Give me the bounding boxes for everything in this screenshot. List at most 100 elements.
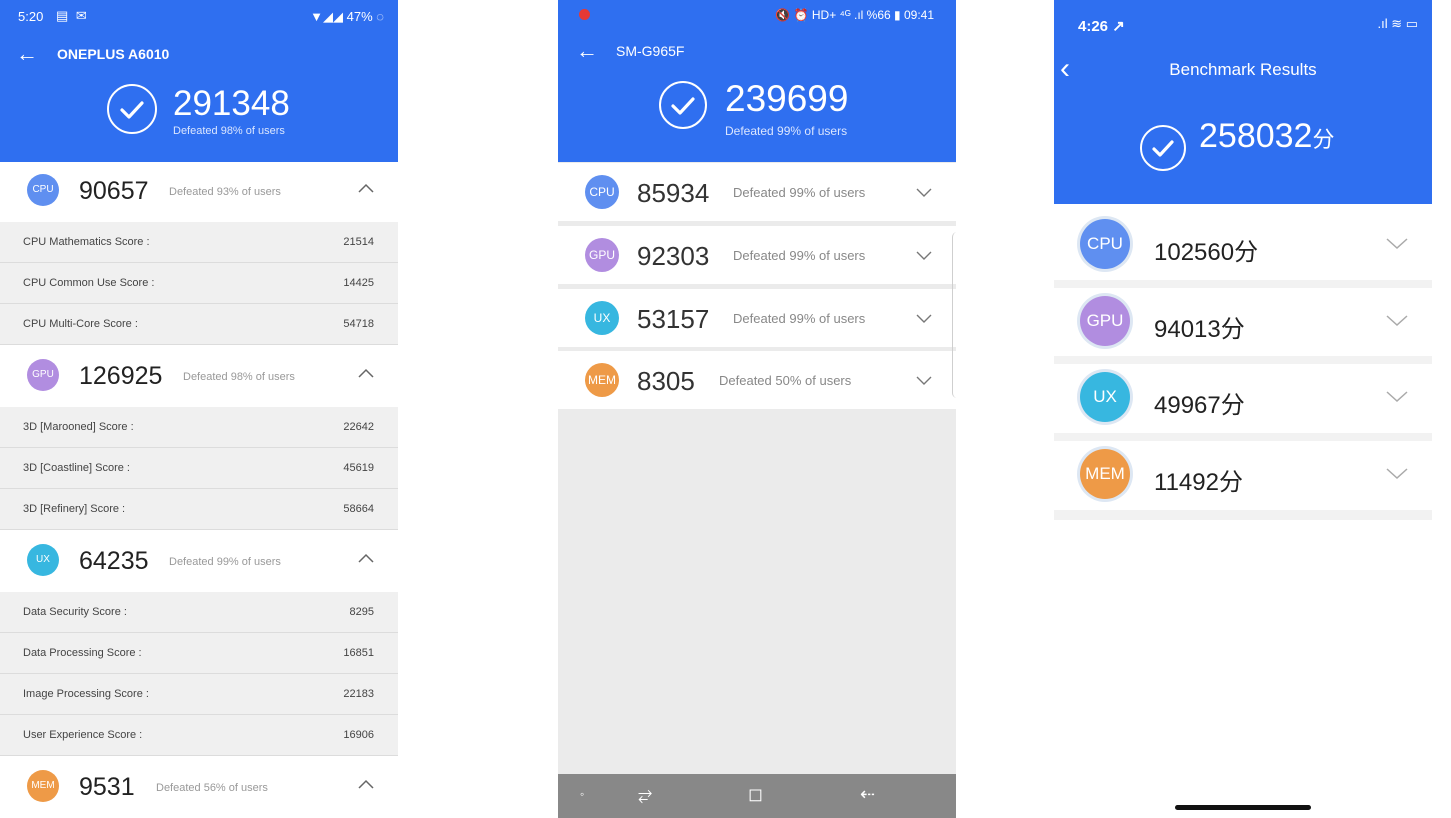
detail-label: User Experience Score : [23, 729, 143, 741]
cpu-badge: CPU [585, 175, 619, 209]
mem-badge: MEM [27, 770, 59, 802]
ux-defeated-text: Defeated 99% of users [169, 556, 281, 568]
cpu-badge: CPU [1080, 219, 1130, 269]
ux-score: 64235 [79, 547, 149, 575]
total-score: 258032分 [1199, 117, 1334, 156]
cpu-row[interactable]: CPU 102560分 [1054, 212, 1432, 280]
status-time: 5:20 [18, 9, 44, 24]
gpu-refinery-row: 3D [Refinery] Score : 58664 [0, 489, 398, 530]
ux-security-row: Data Security Score : 8295 [0, 592, 398, 633]
panel2-status-bar: 🔇 ⏰ HD+ ⁴ᴳ .ıl %66 ▮ 09:41 [558, 8, 956, 24]
total-defeated-text: Defeated 98% of users [173, 125, 285, 137]
ux-defeated-text: Defeated 99% of users [733, 311, 866, 326]
detail-value: 22642 [343, 421, 374, 433]
panel1-header: 5:20 ▤ ✉ ▼◢◢ 47% ◌ ← ONEPLUS A6010 29134… [0, 0, 398, 162]
total-score: 239699 [725, 78, 849, 119]
chevron-up-icon[interactable] [356, 363, 376, 383]
cpu-score: 85934 [637, 178, 710, 208]
detail-label: CPU Common Use Score : [23, 277, 155, 289]
score-unit: 分 [1312, 127, 1335, 152]
detail-label: Data Security Score : [23, 606, 127, 618]
gpu-badge: GPU [1080, 296, 1130, 346]
page-title: Benchmark Results [1169, 60, 1317, 79]
ux-row[interactable]: UX 49967分 [1054, 365, 1432, 433]
mem-section-header[interactable]: MEM 9531 Defeated 56% of users [0, 758, 398, 816]
back-arrow-icon[interactable]: ← [16, 42, 38, 66]
ux-section-header[interactable]: UX 64235 Defeated 99% of users [0, 532, 398, 590]
samsung-benchmark-panel: 🔇 ⏰ HD+ ⁴ᴳ .ıl %66 ▮ 09:41 ← SM-G965F 23… [558, 0, 956, 818]
chevron-down-icon[interactable] [1384, 232, 1410, 254]
home-icon[interactable]: ◻ [748, 784, 763, 805]
oneplus-benchmark-panel: 5:20 ▤ ✉ ▼◢◢ 47% ◌ ← ONEPLUS A6010 29134… [0, 0, 398, 818]
row-divider [1054, 510, 1432, 520]
chevron-down-icon[interactable] [914, 370, 934, 390]
detail-label: 3D [Marooned] Score : [23, 421, 134, 433]
back-arrow-icon[interactable]: ← [576, 38, 598, 64]
gpu-row[interactable]: GPU 92303 Defeated 99% of users [558, 226, 956, 284]
ux-score: 49967分 [1154, 392, 1245, 419]
gpu-section-header[interactable]: GPU 126925 Defeated 98% of users [0, 347, 398, 405]
gpu-defeated-text: Defeated 98% of users [183, 371, 295, 383]
chevron-down-icon[interactable] [914, 245, 934, 265]
gpu-score: 94013分 [1154, 316, 1245, 343]
status-right-icons: 🔇 ⏰ HD+ ⁴ᴳ .ıl %66 ▮ 09:41 [775, 8, 934, 22]
mem-row[interactable]: MEM 8305 Defeated 50% of users [558, 351, 956, 409]
gpu-score: 126925 [79, 362, 163, 390]
chevron-down-icon[interactable] [914, 182, 934, 202]
iphone-benchmark-panel: 4:26 ↗ .ıl ≋ ▭ ‹ Benchmark Results 25803… [1054, 0, 1432, 818]
detail-label: CPU Multi-Core Score : [23, 318, 138, 330]
edge-panel-handle[interactable] [952, 232, 956, 398]
ux-score: 53157 [637, 304, 710, 334]
recents-icon[interactable]: ⥂ [638, 784, 652, 805]
mem-badge: MEM [1080, 449, 1130, 499]
total-score-value: 258032 [1199, 117, 1313, 155]
ux-image-row: Image Processing Score : 22183 [0, 674, 398, 715]
detail-label: 3D [Refinery] Score : [23, 503, 126, 515]
detail-value: 16906 [343, 729, 374, 741]
mem-row[interactable]: MEM 11492分 [1054, 442, 1432, 510]
total-score: 291348 [173, 84, 290, 123]
detail-value: 21514 [343, 236, 374, 248]
ux-row[interactable]: UX 53157 Defeated 99% of users [558, 289, 956, 347]
detail-value: 16851 [343, 647, 374, 659]
detail-value: 8295 [349, 606, 374, 618]
chevron-up-icon[interactable] [356, 178, 376, 198]
mem-score: 8305 [637, 366, 695, 396]
chevron-down-icon[interactable] [1384, 385, 1410, 407]
home-indicator[interactable] [1175, 805, 1311, 810]
cpu-defeated-text: Defeated 99% of users [733, 185, 866, 200]
device-name: SM-G965F [616, 43, 685, 59]
gpu-badge: GPU [27, 359, 59, 391]
cpu-row[interactable]: CPU 85934 Defeated 99% of users [558, 163, 956, 221]
cpu-math-row: CPU Mathematics Score : 21514 [0, 222, 398, 263]
back-icon[interactable]: ⇠ [860, 784, 875, 805]
cpu-common-row: CPU Common Use Score : 14425 [0, 263, 398, 304]
detail-value: 45619 [343, 462, 374, 474]
detail-value: 54718 [343, 318, 374, 330]
chevron-down-icon[interactable] [914, 308, 934, 328]
gpu-defeated-text: Defeated 99% of users [733, 248, 866, 263]
panel1-status-bar: 5:20 ▤ ✉ ▼◢◢ 47% ◌ [18, 8, 384, 25]
cpu-score: 102560分 [1154, 239, 1259, 266]
bug-icon [579, 9, 590, 20]
detail-value: 22183 [343, 688, 374, 700]
ux-badge: UX [1080, 372, 1130, 422]
chevron-up-icon[interactable] [356, 548, 376, 568]
chevron-down-icon[interactable] [1384, 309, 1410, 331]
mem-score: 11492分 [1154, 469, 1243, 496]
detail-value: 58664 [343, 503, 374, 515]
chevron-up-icon[interactable] [356, 774, 376, 794]
mem-defeated-text: Defeated 50% of users [719, 373, 852, 388]
ux-experience-row: User Experience Score : 16906 [0, 715, 398, 756]
gpu-score: 92303 [637, 241, 710, 271]
ux-badge: UX [27, 544, 59, 576]
cpu-section-header[interactable]: CPU 90657 Defeated 93% of users [0, 162, 398, 220]
status-right-icons: .ıl ≋ ▭ [1377, 16, 1418, 31]
gpu-row[interactable]: GPU 94013分 [1054, 289, 1432, 357]
row-divider [1054, 356, 1432, 364]
mem-defeated-text: Defeated 56% of users [156, 782, 268, 794]
nav-dot-icon[interactable]: ◦ [580, 787, 584, 801]
cpu-score: 90657 [79, 177, 149, 205]
row-divider [1054, 280, 1432, 288]
chevron-down-icon[interactable] [1384, 462, 1410, 484]
